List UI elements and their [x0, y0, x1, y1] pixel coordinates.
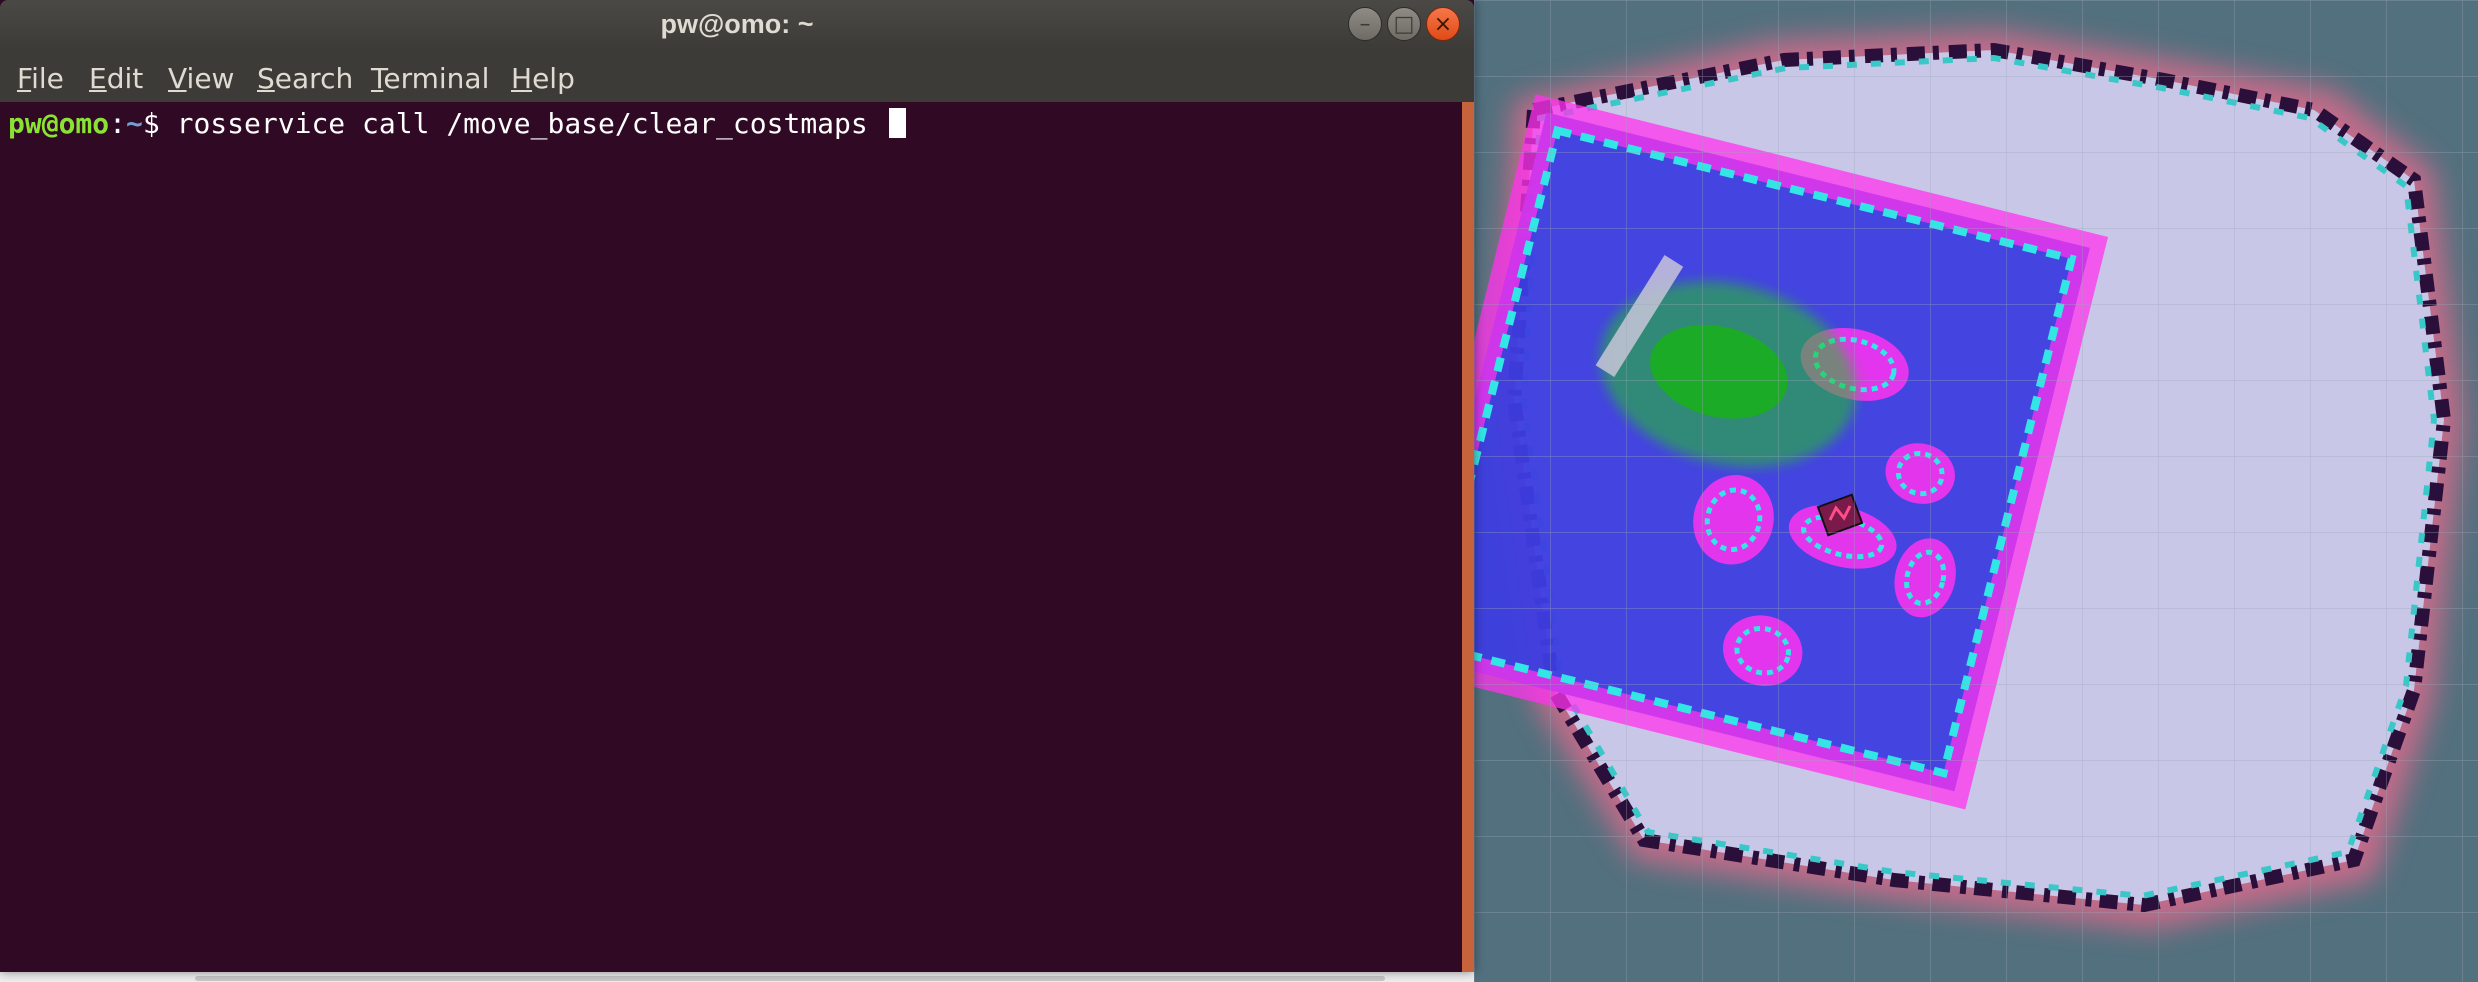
menu-bar: File Edit View Search Terminal Help — [0, 50, 1474, 102]
text-cursor — [888, 108, 906, 138]
rviz-map-view[interactable] — [1474, 0, 2478, 982]
map-canvas — [1474, 0, 2478, 982]
prompt-separator: : — [109, 107, 127, 140]
menu-file[interactable]: File — [17, 62, 64, 95]
menu-edit[interactable]: Edit — [89, 62, 143, 95]
menu-file-label: ile — [31, 62, 64, 95]
prompt-user-host: pw@omo — [8, 107, 110, 140]
menu-search-label: earch — [274, 62, 354, 95]
menu-view-mnemonic: V — [168, 62, 187, 95]
menu-search[interactable]: Search — [257, 62, 353, 95]
menu-file-mnemonic: F — [17, 62, 32, 95]
menu-search-mnemonic: S — [257, 62, 275, 95]
maximize-button[interactable]: □ — [1387, 7, 1421, 41]
menu-view-label: iew — [186, 62, 235, 95]
menu-edit-label: dit — [106, 62, 144, 95]
menu-help-mnemonic: H — [511, 62, 533, 95]
menu-edit-mnemonic: E — [89, 62, 107, 95]
minimize-button[interactable]: – — [1348, 7, 1382, 41]
terminal-window[interactable]: pw@omo: ~ – □ × File Edit View Search Te… — [0, 0, 1474, 972]
menu-help-label: elp — [532, 62, 575, 95]
close-button[interactable]: × — [1426, 7, 1460, 41]
title-bar[interactable]: pw@omo: ~ – □ × — [0, 0, 1474, 50]
background-window-scrollbar[interactable] — [195, 976, 1385, 981]
menu-terminal-label: erminal — [383, 62, 490, 95]
window-title: pw@omo: ~ — [660, 9, 814, 39]
menu-help[interactable]: Help — [511, 62, 575, 95]
menu-view[interactable]: View — [168, 62, 234, 95]
menu-terminal[interactable]: Terminal — [371, 62, 489, 95]
command-line[interactable]: pw@omo:~$ rosservice call /move_base/cle… — [8, 106, 906, 142]
terminal-scrollbar[interactable] — [1462, 102, 1474, 972]
menu-terminal-mnemonic: T — [371, 62, 384, 95]
prompt-path: ~ — [126, 107, 143, 140]
prompt-symbol: $ — [142, 107, 177, 140]
terminal-output-area[interactable] — [0, 102, 1462, 972]
command-text: rosservice call /move_base/clear_costmap… — [176, 107, 885, 140]
